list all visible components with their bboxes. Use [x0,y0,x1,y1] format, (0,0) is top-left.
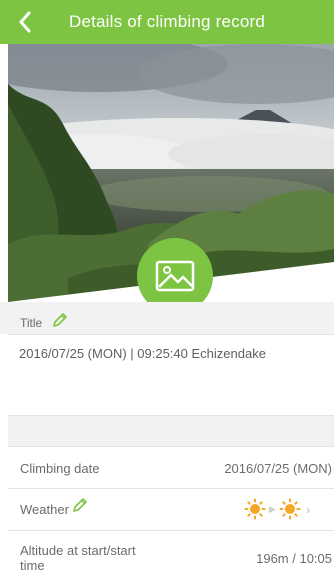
altitude-label-line2: time [20,558,45,573]
altitude-label: Altitude at start/start time [20,543,136,573]
arrow-right-icon: ▶ [269,503,276,514]
divider [8,488,334,489]
pencil-icon[interactable] [72,497,88,518]
weather-label: Weather [20,502,69,517]
divider [8,530,334,531]
app-header: Details of climbing record [0,0,334,44]
divider [8,446,334,447]
chevron-right-icon: › [305,501,311,517]
record-title-text[interactable]: 2016/07/25 (MON) | 09:25:40 Echizendake [19,346,266,361]
back-button[interactable] [8,6,42,38]
title-section-header: Title [0,302,334,334]
page-title: Details of climbing record [68,12,266,31]
climbing-date-value: 2016/07/25 (MON) [224,461,332,476]
title-label: Title [20,316,43,330]
section-spacer [8,416,334,446]
sun-icon [244,498,266,520]
chevron-left-icon [19,11,31,33]
weather-selector[interactable]: ▶ › [244,497,311,521]
photo-placeholder-icon [155,260,195,292]
altitude-label-line1: Altitude at start/start [20,543,136,558]
climbing-date-label: Climbing date [20,461,100,476]
divider [8,334,334,335]
altitude-value: 196m / 10:05 [256,551,332,566]
pencil-icon[interactable] [52,312,68,333]
sun-icon [279,498,301,520]
